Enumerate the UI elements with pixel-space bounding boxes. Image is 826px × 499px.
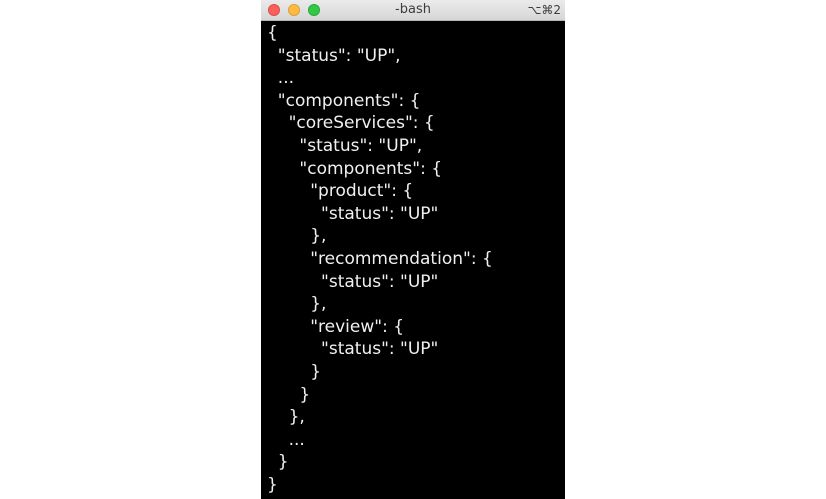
- terminal-line: "recommendation": {: [267, 248, 493, 269]
- terminal-line: },: [267, 226, 327, 247]
- terminal-line: },: [267, 294, 327, 315]
- terminal-line: "product": {: [267, 181, 414, 202]
- terminal-line: },: [267, 407, 305, 428]
- terminal-line: "status": "UP",: [267, 135, 423, 156]
- terminal-line: }: [267, 384, 311, 405]
- terminal-line: "components": {: [267, 90, 421, 111]
- terminal-window: -bash ⌥⌘2 { "status": "UP", ... "compone…: [261, 0, 565, 499]
- terminal-line: {: [267, 23, 278, 43]
- tab-shortcut-label: ⌥⌘2: [527, 3, 561, 17]
- window-title: -bash: [395, 2, 431, 17]
- terminal-line: }: [267, 474, 278, 495]
- terminal-line: "status": "UP": [267, 203, 439, 224]
- terminal-line: }: [267, 361, 322, 382]
- terminal-line: "status": "UP": [267, 271, 439, 292]
- title-bar: -bash ⌥⌘2: [261, 0, 565, 21]
- terminal-output[interactable]: { "status": "UP", ... "components": { "c…: [267, 22, 565, 499]
- terminal-line: ...: [267, 68, 295, 89]
- terminal-line: "status": "UP",: [267, 45, 401, 66]
- terminal-line: "coreServices": {: [267, 113, 435, 134]
- terminal-line: "components": {: [267, 158, 443, 179]
- terminal-line: "review": {: [267, 316, 405, 337]
- terminal-line: "status": "UP": [267, 339, 439, 360]
- terminal-line: }: [267, 452, 289, 473]
- terminal-line: ...: [267, 429, 305, 450]
